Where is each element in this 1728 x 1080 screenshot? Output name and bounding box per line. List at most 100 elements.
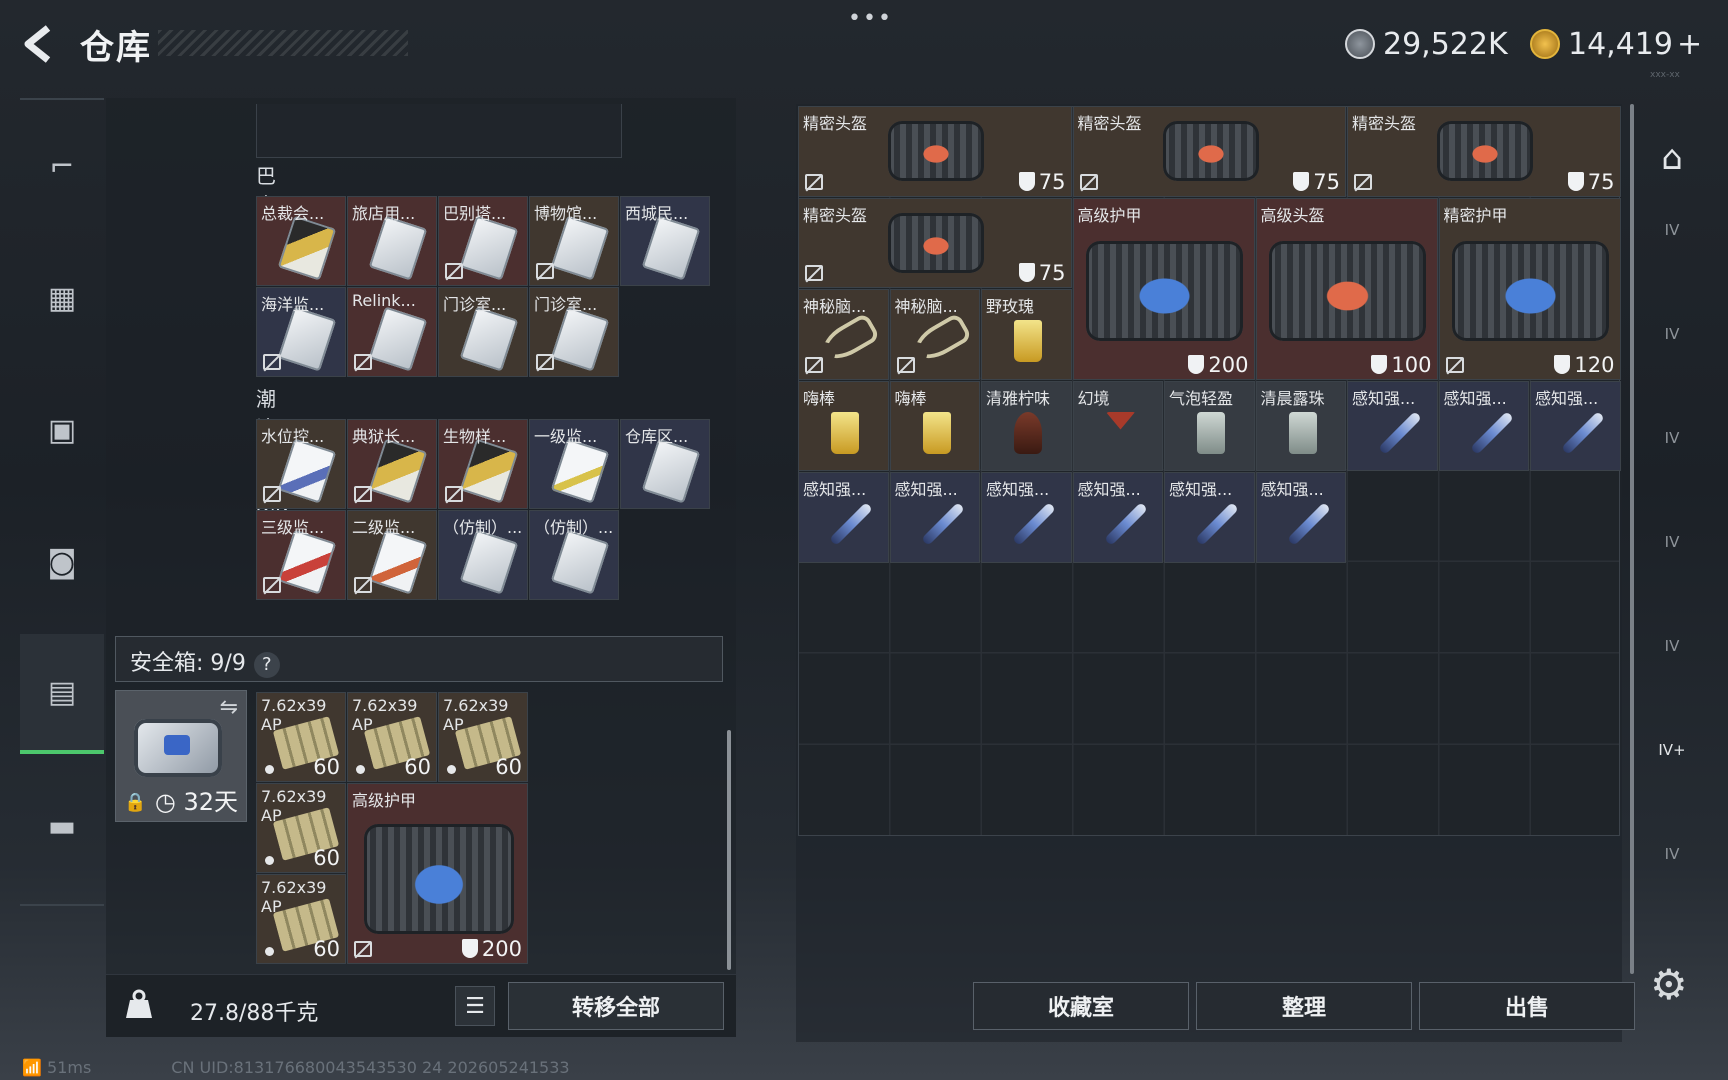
- nav-pistol[interactable]: ⌐: [20, 106, 104, 226]
- ammo-caliber: 7.62x39: [261, 787, 327, 806]
- uid-text: CN UID:813176680043543530 24 20260524153…: [171, 1058, 570, 1077]
- stash-item-slot[interactable]: 感知强...: [1255, 472, 1346, 563]
- ammo-dot-icon: [265, 765, 274, 774]
- stash-item-slot[interactable]: 清晨露珠: [1255, 380, 1346, 471]
- stash-tab-7[interactable]: IV: [1642, 824, 1702, 884]
- stash-item-slot[interactable]: 幻境: [1072, 380, 1163, 471]
- key-card-slot[interactable]: 水位控...: [256, 419, 346, 509]
- stash-item-slot[interactable]: 嗨棒: [798, 380, 889, 471]
- key-card-slot[interactable]: 门诊室...: [529, 287, 619, 377]
- ammo-name: 7.62x39 AP: [352, 696, 436, 734]
- help-icon[interactable]: ?: [253, 652, 280, 678]
- nav-backpack[interactable]: ◙: [20, 502, 104, 622]
- stash-scrollbar[interactable]: [1630, 104, 1634, 974]
- no-trade-icon: [354, 354, 372, 370]
- shield-icon: [461, 939, 478, 958]
- ammo-slot[interactable]: 7.62x39 AP 60: [256, 692, 346, 782]
- stash-item-slot[interactable]: 清雅柠味: [981, 380, 1072, 471]
- durability-value: 120: [1574, 352, 1615, 377]
- helmet-image: [1437, 121, 1534, 181]
- armor-image: [1085, 240, 1243, 341]
- nav-vest[interactable]: ▦: [20, 238, 104, 358]
- key-card-slot[interactable]: 西城民...: [620, 196, 710, 286]
- key-card-slot[interactable]: 总裁会...: [256, 196, 346, 286]
- stash-item-slot[interactable]: 精密护甲 120: [1438, 197, 1621, 380]
- key-card-slot[interactable]: 二级监...: [347, 510, 437, 600]
- list-view-button[interactable]: ☰: [455, 986, 495, 1026]
- key-card-slot[interactable]: 生物样...: [438, 419, 528, 509]
- stash-item-slot[interactable]: 精密头盔 75: [798, 106, 1072, 197]
- gold-coin-icon: [1530, 29, 1560, 59]
- collection-room-button[interactable]: 收藏室: [973, 982, 1189, 1030]
- key-card-slot[interactable]: （仿制）...: [529, 510, 619, 600]
- add-gold-button[interactable]: +: [1677, 27, 1702, 62]
- ammo-slot[interactable]: 7.62x39 AP 60: [256, 783, 346, 873]
- stash-tab-1[interactable]: IV: [1642, 200, 1702, 260]
- transfer-all-button[interactable]: 转移全部: [508, 982, 724, 1030]
- keycard-icon: [277, 306, 337, 372]
- stash-item-slot[interactable]: 精密头盔 75: [1347, 106, 1621, 197]
- item-name: （仿制）...: [534, 518, 614, 537]
- item-name: 总裁会...: [261, 204, 325, 223]
- stash-item-slot[interactable]: 感知强...: [1347, 380, 1438, 471]
- sort-button[interactable]: 整理: [1196, 982, 1412, 1030]
- key-card-slot[interactable]: 海洋监...: [256, 287, 346, 377]
- stash-item-slot[interactable]: 感知强...: [798, 472, 889, 563]
- armor-slot[interactable]: 高级护甲 200: [347, 783, 528, 964]
- nav-backpack-rig[interactable]: ▣: [20, 370, 104, 490]
- stash-item-slot[interactable]: 精密头盔 75: [1072, 106, 1346, 197]
- shield-icon: [1018, 263, 1035, 282]
- nav-briefcase[interactable]: ▬: [20, 766, 104, 886]
- more-menu-icon[interactable]: •••: [848, 6, 893, 31]
- gold-currency[interactable]: 14,419 +: [1530, 24, 1702, 64]
- gear-icon[interactable]: ⚙: [1650, 960, 1688, 1009]
- nav-container[interactable]: ▤: [20, 634, 104, 754]
- swap-icon[interactable]: ⇋: [220, 695, 238, 720]
- key-card-slot[interactable]: 巴别塔...: [438, 196, 528, 286]
- stash-item-slot[interactable]: 气泡轻盈: [1164, 380, 1255, 471]
- key-card-slot[interactable]: 三级监...: [256, 510, 346, 600]
- durability: 75: [1567, 170, 1615, 194]
- key-card-slot[interactable]: 典狱长...: [347, 419, 437, 509]
- stash-item-slot[interactable]: 感知强...: [1530, 380, 1621, 471]
- stash-item-slot[interactable]: 感知强...: [981, 472, 1072, 563]
- stash-item-slot[interactable]: 神秘脑...: [889, 289, 980, 380]
- durability-value: 100: [1391, 352, 1432, 377]
- stash-home-tab[interactable]: ⌂: [1642, 128, 1702, 188]
- back-arrow-icon[interactable]: [18, 22, 62, 66]
- stash-item-slot[interactable]: 神秘脑...: [798, 289, 889, 380]
- perception-stick-icon: [1378, 410, 1422, 455]
- stash-item-slot[interactable]: 感知强...: [1164, 472, 1255, 563]
- perception-stick-icon: [1012, 502, 1056, 546]
- key-card-slot[interactable]: 一级监...: [529, 419, 619, 509]
- key-card-slot[interactable]: （仿制）...: [438, 510, 528, 600]
- key-card-slot[interactable]: 仓库区...: [620, 419, 710, 509]
- stash-item-slot[interactable]: 高级头盔 100: [1255, 197, 1438, 380]
- stash-item-slot[interactable]: 嗨棒: [889, 380, 980, 471]
- stash-tab-6[interactable]: IV+: [1642, 720, 1702, 780]
- stash-tab-5[interactable]: IV: [1642, 616, 1702, 676]
- stash-tab-2[interactable]: IV: [1642, 304, 1702, 364]
- ammo-slot[interactable]: 7.62x39 AP 60: [438, 692, 528, 782]
- drink-icon: [1288, 411, 1317, 454]
- durability: 75: [1018, 261, 1066, 285]
- item-name: 精密护甲: [1443, 205, 1508, 225]
- key-card-slot[interactable]: 博物馆...: [529, 196, 619, 286]
- stash-item-slot[interactable]: 感知强...: [1438, 380, 1529, 471]
- stash-item-slot[interactable]: 感知强...: [889, 472, 980, 563]
- stash-tab-3[interactable]: IV: [1642, 408, 1702, 468]
- stash-item-slot[interactable]: 感知强...: [1072, 472, 1163, 563]
- stash-item-slot[interactable]: 野玫瑰: [981, 289, 1072, 380]
- key-card-slot[interactable]: 门诊室...: [438, 287, 528, 377]
- sell-button[interactable]: 出售: [1419, 982, 1635, 1030]
- safe-container[interactable]: ⇋ 🔒 ◷ 32天: [115, 690, 247, 822]
- shield-icon: [1371, 354, 1388, 374]
- ammo-slot[interactable]: 7.62x39 AP 60: [256, 874, 346, 964]
- ammo-slot[interactable]: 7.62x39 AP 60: [347, 692, 437, 782]
- stash-item-slot[interactable]: 精密头盔 75: [798, 197, 1072, 288]
- stash-item-slot[interactable]: 高级护甲 200: [1072, 197, 1255, 380]
- key-card-slot[interactable]: Relink...: [347, 287, 437, 377]
- key-card-slot[interactable]: 旅店用...: [347, 196, 437, 286]
- left-scrollbar[interactable]: [727, 730, 731, 970]
- stash-tab-4[interactable]: IV: [1642, 512, 1702, 572]
